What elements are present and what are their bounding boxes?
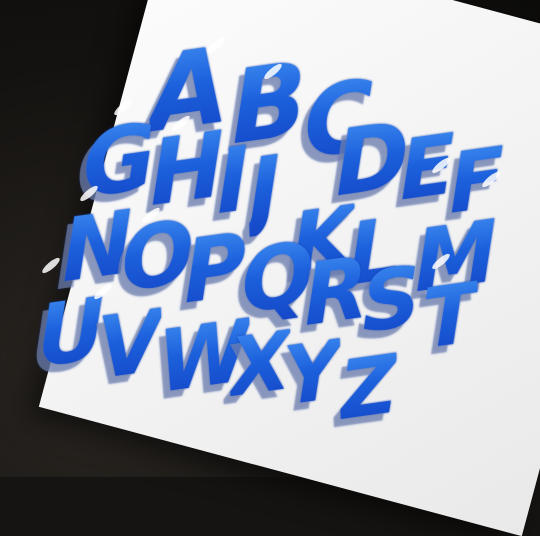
letter-i: I bbox=[214, 126, 251, 235]
letter-j: J bbox=[246, 135, 283, 244]
letter-y: Y bbox=[281, 322, 343, 424]
letter-t: T bbox=[421, 264, 480, 368]
letter-z: Z bbox=[338, 336, 399, 438]
letter-s: S bbox=[360, 248, 423, 353]
lettering-alphabet: A B C G H I J D E F N O P K L Q R S M U … bbox=[0, 0, 540, 512]
letter-v: V bbox=[95, 290, 164, 399]
